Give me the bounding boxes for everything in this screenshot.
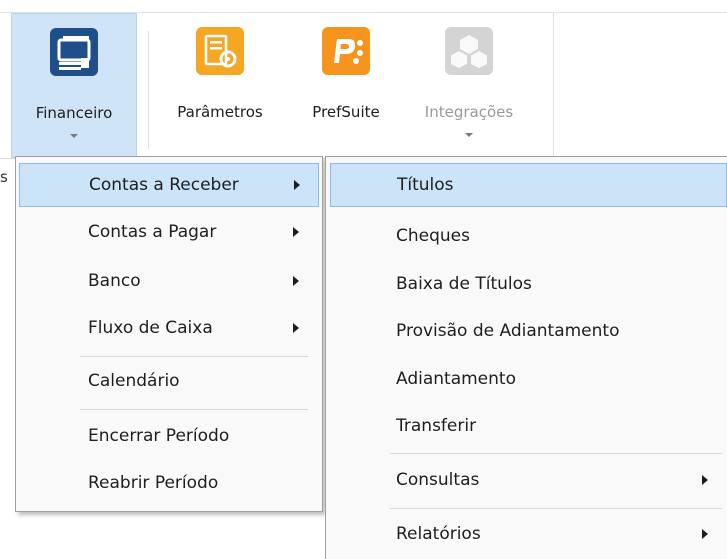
menu-separator bbox=[80, 409, 308, 410]
submenu-item-label: Transferir bbox=[396, 416, 477, 436]
menu-item-label: Banco bbox=[88, 271, 141, 291]
menu-separator bbox=[390, 508, 722, 509]
submenu-item-label: Provisão de Adiantamento bbox=[396, 321, 620, 341]
menu-item-label: Reabrir Período bbox=[88, 473, 219, 493]
chevron-down-icon bbox=[70, 134, 78, 138]
submenu-item-consultas[interactable]: Consultas bbox=[330, 459, 727, 503]
prefsuite-label: PrefSuite bbox=[312, 103, 380, 121]
submenu-arrow-icon bbox=[702, 529, 708, 539]
submenu-item-label: Adiantamento bbox=[396, 369, 516, 389]
menu-item-label: Fluxo de Caixa bbox=[88, 318, 213, 338]
submenu-item-relatorios[interactable]: Relatórios bbox=[330, 513, 727, 557]
menu-item-encerrar-periodo[interactable]: Encerrar Período bbox=[19, 415, 319, 459]
submenu-arrow-icon bbox=[293, 276, 299, 286]
menu-item-fluxo-de-caixa[interactable]: Fluxo de Caixa bbox=[19, 307, 319, 351]
submenu-item-titulos[interactable]: Títulos bbox=[330, 163, 727, 207]
submenu-arrow-icon bbox=[293, 227, 299, 237]
menu-item-label: Calendário bbox=[88, 371, 180, 391]
submenu-item-cheques[interactable]: Cheques bbox=[330, 215, 727, 259]
submenu-item-label: Relatórios bbox=[396, 524, 481, 544]
menu-item-banco[interactable]: Banco bbox=[19, 260, 319, 304]
menu-item-label: Contas a Pagar bbox=[88, 222, 217, 242]
financeiro-icon bbox=[50, 28, 98, 76]
menu-separator bbox=[390, 453, 722, 454]
submenu-arrow-icon bbox=[702, 475, 708, 485]
ribbon: Financeiro Parâmetros PrefSuite Integraç… bbox=[0, 13, 727, 158]
submenu-arrow-icon bbox=[294, 180, 300, 190]
submenu-item-adiantamento[interactable]: Adiantamento bbox=[330, 358, 727, 402]
parametros-label: Parâmetros bbox=[177, 103, 263, 121]
prefsuite-button[interactable]: PrefSuite bbox=[296, 13, 396, 158]
menu-item-reabrir-periodo[interactable]: Reabrir Período bbox=[19, 462, 319, 506]
submenu-item-provisao-de-adiantamento[interactable]: Provisão de Adiantamento bbox=[330, 310, 727, 354]
menu-item-calendario[interactable]: Calendário bbox=[19, 360, 319, 404]
cubes-icon bbox=[445, 27, 493, 75]
menu-item-contas-a-pagar[interactable]: Contas a Pagar bbox=[19, 211, 319, 255]
menu-item-contas-a-receber[interactable]: Contas a Receber bbox=[19, 163, 319, 207]
submenu-item-label: Cheques bbox=[396, 226, 470, 246]
financeiro-menu: Contas a Receber Contas a Pagar Banco Fl… bbox=[15, 156, 323, 512]
ribbon-separator bbox=[148, 31, 149, 149]
chevron-down-icon bbox=[465, 133, 473, 137]
submenu-item-label: Títulos bbox=[397, 175, 454, 195]
settings-document-icon bbox=[196, 27, 244, 75]
submenu-item-label: Baixa de Títulos bbox=[396, 274, 532, 294]
ribbon-separator bbox=[553, 13, 554, 158]
submenu-item-label: Consultas bbox=[396, 470, 480, 490]
integracoes-label: Integrações bbox=[424, 103, 514, 121]
menu-separator bbox=[80, 356, 308, 357]
financeiro-button[interactable]: Financeiro bbox=[11, 13, 137, 158]
integracoes-button[interactable]: Integrações bbox=[404, 13, 534, 158]
submenu-item-baixa-de-titulos[interactable]: Baixa de Títulos bbox=[330, 263, 727, 307]
prefsuite-logo-icon bbox=[322, 27, 370, 75]
hidden-tab-label: s bbox=[0, 168, 8, 186]
window-top-edge bbox=[0, 0, 727, 13]
menu-item-label: Encerrar Período bbox=[88, 426, 230, 446]
submenu-arrow-icon bbox=[293, 323, 299, 333]
financeiro-label: Financeiro bbox=[35, 104, 113, 122]
submenu-item-transferir[interactable]: Transferir bbox=[330, 405, 727, 449]
parametros-button[interactable]: Parâmetros bbox=[160, 13, 280, 158]
menu-item-label: Contas a Receber bbox=[89, 175, 239, 195]
contas-a-receber-submenu: Títulos Cheques Baixa de Títulos Provisã… bbox=[325, 156, 727, 559]
